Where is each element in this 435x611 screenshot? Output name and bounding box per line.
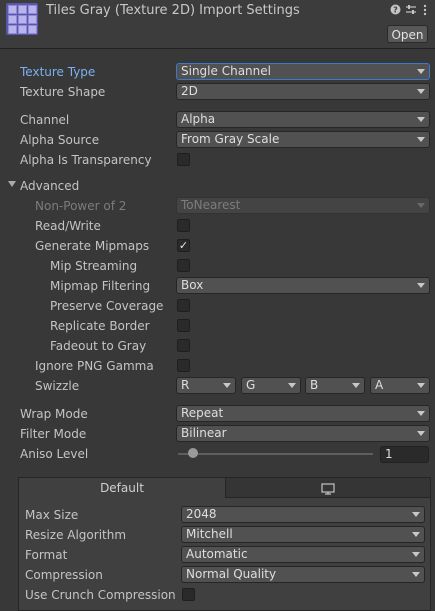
compression-value: Normal Quality [186, 567, 277, 581]
texture-type-label: Texture Type [20, 65, 96, 79]
swizzle-b-dropdown[interactable]: B [305, 377, 365, 394]
non-power-of-2-dropdown: ToNearest [176, 197, 430, 214]
read-write-label: Read/Write [35, 219, 101, 233]
resize-algorithm-value: Mitchell [186, 527, 233, 541]
texture-type-value: Single Channel [181, 64, 271, 78]
chevron-down-icon [417, 411, 425, 416]
fadeout-to-gray-checkbox[interactable] [177, 339, 190, 352]
aniso-level-slider-track[interactable] [178, 453, 373, 455]
aniso-level-label: Aniso Level [20, 447, 89, 461]
preserve-coverage-checkbox[interactable] [177, 299, 190, 312]
read-write-checkbox[interactable] [177, 219, 190, 232]
advanced-foldout-arrow-icon[interactable] [8, 181, 16, 187]
generate-mipmaps-checkbox[interactable]: ✓ [177, 239, 190, 252]
chevron-down-icon [417, 203, 425, 208]
preserve-coverage-label: Preserve Coverage [50, 299, 164, 313]
resize-algorithm-dropdown[interactable]: Mitchell [181, 526, 425, 543]
channel-dropdown[interactable]: Alpha [176, 111, 430, 128]
header-title: Tiles Gray (Texture 2D) Import Settings [46, 3, 300, 18]
alpha-source-dropdown[interactable]: From Gray Scale [176, 131, 430, 148]
chevron-down-icon [417, 89, 425, 94]
mipmap-filtering-value: Box [181, 278, 204, 292]
aniso-level-field[interactable]: 1 [380, 446, 429, 463]
chevron-down-icon [412, 552, 420, 557]
mipmap-filtering-label: Mipmap Filtering [50, 279, 151, 293]
open-button[interactable]: Open [387, 25, 428, 43]
alpha-is-transparency-checkbox[interactable] [177, 153, 190, 166]
alpha-source-value: From Gray Scale [181, 132, 280, 146]
inspector-header: Tiles Gray (Texture 2D) Import Settings … [0, 0, 435, 49]
compression-label: Compression [25, 568, 103, 582]
chevron-down-icon [412, 572, 420, 577]
max-size-value: 2048 [186, 507, 217, 521]
swizzle-g-value: G [246, 378, 256, 392]
checkmark-icon: ✓ [178, 239, 189, 252]
channel-value: Alpha [181, 112, 216, 126]
texture-shape-label: Texture Shape [20, 85, 106, 99]
chevron-down-icon [352, 383, 360, 388]
generate-mipmaps-label: Generate Mipmaps [35, 239, 150, 253]
more-icon[interactable] [423, 4, 427, 19]
preset-icon[interactable] [405, 4, 417, 18]
mipmap-filtering-dropdown[interactable]: Box [176, 277, 430, 294]
channel-label: Channel [20, 113, 70, 127]
texture-type-dropdown[interactable]: Single Channel [176, 63, 430, 80]
aniso-level-slider-thumb[interactable] [188, 448, 198, 458]
max-size-dropdown[interactable]: 2048 [181, 506, 425, 523]
chevron-down-icon [417, 117, 425, 122]
advanced-foldout-label[interactable]: Advanced [20, 179, 79, 193]
chevron-down-icon [417, 431, 425, 436]
format-value: Automatic [186, 547, 248, 561]
format-label: Format [25, 548, 68, 562]
chevron-down-icon [288, 383, 296, 388]
filter-mode-value: Bilinear [181, 426, 227, 440]
format-dropdown[interactable]: Automatic [181, 546, 425, 563]
svg-text:?: ? [393, 6, 398, 15]
use-crunch-compression-label: Use Crunch Compression [25, 588, 176, 602]
mip-streaming-checkbox[interactable] [177, 259, 190, 272]
non-power-of-2-value: ToNearest [181, 198, 241, 212]
chevron-down-icon [412, 512, 420, 517]
wrap-mode-value: Repeat [181, 406, 224, 420]
fadeout-to-gray-label: Fadeout to Gray [50, 339, 147, 353]
swizzle-r-value: R [181, 378, 190, 392]
chevron-down-icon [417, 69, 425, 74]
filter-mode-dropdown[interactable]: Bilinear [176, 425, 430, 442]
alpha-is-transparency-label: Alpha Is Transparency [20, 153, 152, 167]
ignore-png-gamma-label: Ignore PNG Gamma [35, 359, 154, 373]
help-icon[interactable]: ? [390, 4, 401, 18]
chevron-down-icon [417, 283, 425, 288]
chevron-down-icon [417, 383, 425, 388]
texture-shape-dropdown[interactable]: 2D [176, 83, 430, 100]
chevron-down-icon [412, 532, 420, 537]
wrap-mode-label: Wrap Mode [20, 407, 88, 421]
texture-thumbnail [6, 3, 38, 35]
swizzle-label: Swizzle [35, 379, 80, 393]
monitor-icon [321, 482, 335, 495]
replicate-border-label: Replicate Border [50, 319, 150, 333]
ignore-png-gamma-checkbox[interactable] [177, 359, 190, 372]
swizzle-g-dropdown[interactable]: G [241, 377, 301, 394]
wrap-mode-dropdown[interactable]: Repeat [176, 405, 430, 422]
swizzle-r-dropdown[interactable]: R [176, 377, 236, 394]
compression-dropdown[interactable]: Normal Quality [181, 566, 425, 583]
chevron-down-icon [223, 383, 231, 388]
filter-mode-label: Filter Mode [20, 427, 87, 441]
swizzle-a-value: A [375, 378, 384, 392]
chevron-down-icon [417, 137, 425, 142]
swizzle-a-dropdown[interactable]: A [370, 377, 430, 394]
max-size-label: Max Size [25, 508, 79, 522]
use-crunch-compression-checkbox[interactable] [182, 588, 195, 601]
non-power-of-2-label: Non-Power of 2 [35, 199, 127, 213]
tab-standalone[interactable] [225, 478, 430, 498]
resize-algorithm-label: Resize Algorithm [25, 528, 127, 542]
mip-streaming-label: Mip Streaming [50, 259, 138, 273]
texture-shape-value: 2D [181, 84, 198, 98]
replicate-border-checkbox[interactable] [177, 319, 190, 332]
alpha-source-label: Alpha Source [20, 133, 100, 147]
tab-default[interactable]: Default [19, 478, 225, 498]
swizzle-b-value: B [310, 378, 319, 392]
